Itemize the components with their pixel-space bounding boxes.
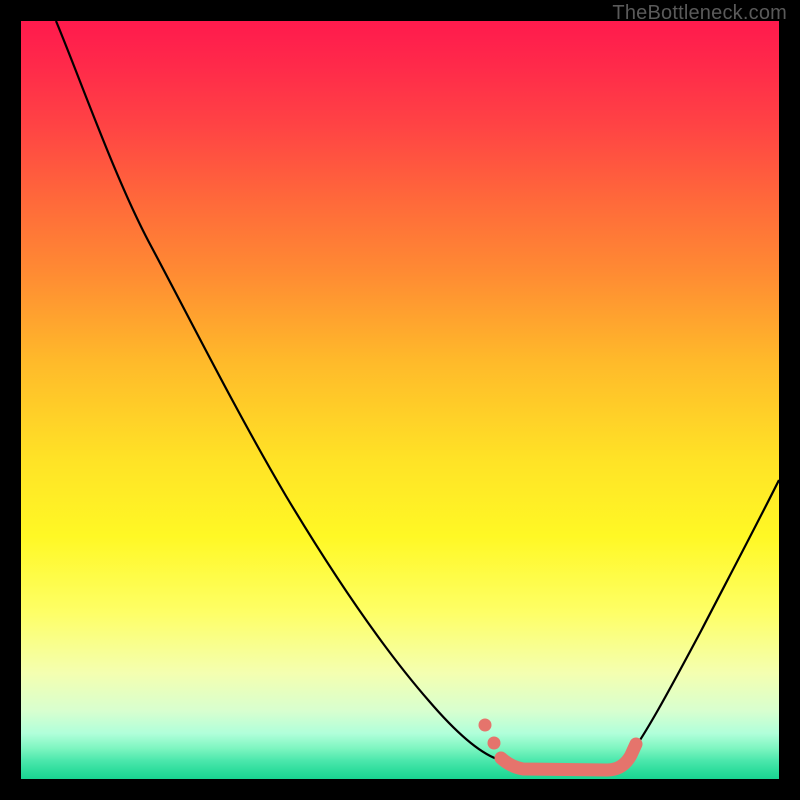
- curve-right: [628, 480, 779, 757]
- curve-left: [56, 21, 497, 759]
- watermark-text: TheBottleneck.com: [612, 2, 787, 25]
- pink-dot-lower: [488, 737, 501, 750]
- pink-dot-upper: [479, 719, 492, 732]
- chart-plot: [21, 21, 779, 779]
- pink-overlay: [479, 719, 637, 771]
- pink-bottom-arc: [501, 744, 636, 770]
- chart-frame: [21, 21, 779, 779]
